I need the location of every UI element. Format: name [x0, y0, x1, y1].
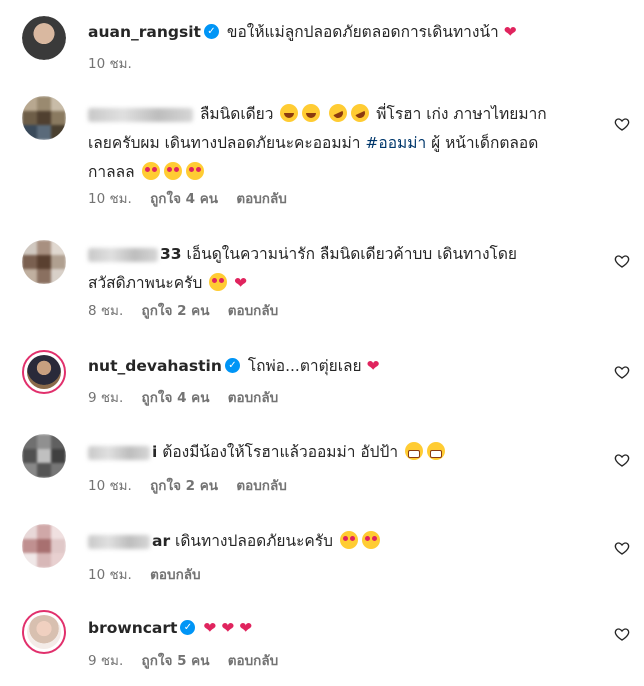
reply-button[interactable]: ตอบกลับ	[236, 478, 286, 494]
heart-outline-icon[interactable]	[614, 540, 630, 556]
reply-button[interactable]: ตอบกลับ	[228, 303, 278, 319]
comment-text: สวัสดิภาพนะครับ	[88, 274, 203, 292]
likes-count[interactable]: ถูกใจ 5 คน	[142, 653, 210, 669]
reply-button[interactable]: ตอบกลับ	[150, 567, 200, 583]
avatar[interactable]	[22, 16, 66, 60]
username[interactable]: auan_rangsit	[88, 23, 201, 41]
reply-button[interactable]: ตอบกลับ	[228, 390, 278, 406]
laughing-emoji-icon	[280, 104, 299, 122]
red-heart-icon: ❤	[234, 274, 248, 292]
username[interactable]	[88, 247, 158, 262]
comment-text: เอ็นดูในความน่ารัก ลืมนิดเดียวค้าบบ เดิน…	[186, 245, 518, 263]
heart-eyes-emoji-icon	[361, 531, 380, 549]
grinning-emoji-icon	[427, 442, 446, 460]
avatar[interactable]	[22, 610, 66, 654]
verified-badge-icon: ✓	[180, 620, 196, 635]
avatar[interactable]	[22, 96, 66, 140]
timestamp: 10 ชม.	[88, 191, 132, 207]
reply-button[interactable]: ตอบกลับ	[228, 653, 278, 669]
heart-eyes-emoji-icon	[185, 162, 204, 180]
likes-count[interactable]: ถูกใจ 4 คน	[142, 390, 210, 406]
comment-text: เลยครับผม เดินทางปลอดภัยนะคะออมม่า	[88, 134, 361, 152]
timestamp: 10 ชม.	[88, 567, 132, 583]
grinning-emoji-icon	[405, 442, 424, 460]
comment-text: เดินทางปลอดภัยนะครับ	[175, 532, 333, 550]
username[interactable]: browncart	[88, 619, 177, 637]
red-heart-icon: ❤	[366, 357, 380, 375]
avatar[interactable]	[22, 240, 66, 284]
heart-outline-icon[interactable]	[614, 116, 630, 132]
avatar[interactable]	[22, 524, 66, 568]
username[interactable]	[88, 107, 193, 122]
timestamp: 8 ชม.	[88, 303, 124, 319]
likes-count[interactable]: ถูกใจ 2 คน	[142, 303, 210, 319]
heart-outline-icon[interactable]	[614, 253, 630, 269]
avatar[interactable]	[22, 350, 66, 394]
heart-outline-icon[interactable]	[614, 364, 630, 380]
timestamp: 9 ชม.	[88, 653, 124, 669]
heart-outline-icon[interactable]	[614, 626, 630, 642]
hashtag-link[interactable]: #ออมม่า	[365, 134, 426, 152]
comment-text: ต้องมีน้องให้โรฮาแล้วออมม่า อัปป้า	[162, 443, 399, 461]
comment-text: พี่โรฮา เก่ง ภาษาไทยมาก	[376, 105, 547, 123]
timestamp: 10 ชม.	[88, 478, 132, 494]
comment-text: กาลลล	[88, 163, 135, 181]
rofl-emoji-icon	[348, 101, 373, 125]
laughing-emoji-icon	[302, 104, 321, 122]
heart-eyes-emoji-icon	[141, 162, 160, 180]
timestamp: 10 ชม.	[88, 56, 132, 72]
red-heart-icon: ❤	[503, 23, 517, 41]
reply-button[interactable]: ตอบกลับ	[236, 191, 286, 207]
username[interactable]	[88, 445, 150, 460]
comment-text: ขอให้แม่ลูกปลอดภัยตลอดการเดินทางน้า	[226, 23, 499, 41]
comment-text: ลืมนิดเดียว	[199, 105, 274, 123]
red-heart-icon: ❤	[239, 619, 253, 637]
avatar[interactable]	[22, 434, 66, 478]
verified-badge-icon: ✓	[203, 24, 219, 39]
likes-count[interactable]: ถูกใจ 4 คน	[150, 191, 218, 207]
heart-eyes-emoji-icon	[209, 273, 228, 291]
red-heart-icon: ❤	[203, 619, 217, 637]
verified-badge-icon: ✓	[224, 358, 240, 373]
rofl-emoji-icon	[326, 101, 351, 125]
comment-text: ผู้ หน้าเด็กตลอด	[431, 134, 539, 152]
timestamp: 9 ชม.	[88, 390, 124, 406]
likes-count[interactable]: ถูกใจ 2 คน	[150, 478, 218, 494]
red-heart-icon: ❤	[221, 619, 235, 637]
heart-eyes-emoji-icon	[163, 162, 182, 180]
heart-eyes-emoji-icon	[339, 531, 358, 549]
comment-text: โถพ่อ...ตาตุ่ยเลย	[247, 357, 362, 375]
username[interactable]: nut_devahastin	[88, 357, 222, 375]
username[interactable]	[88, 534, 150, 549]
heart-outline-icon[interactable]	[614, 452, 630, 468]
